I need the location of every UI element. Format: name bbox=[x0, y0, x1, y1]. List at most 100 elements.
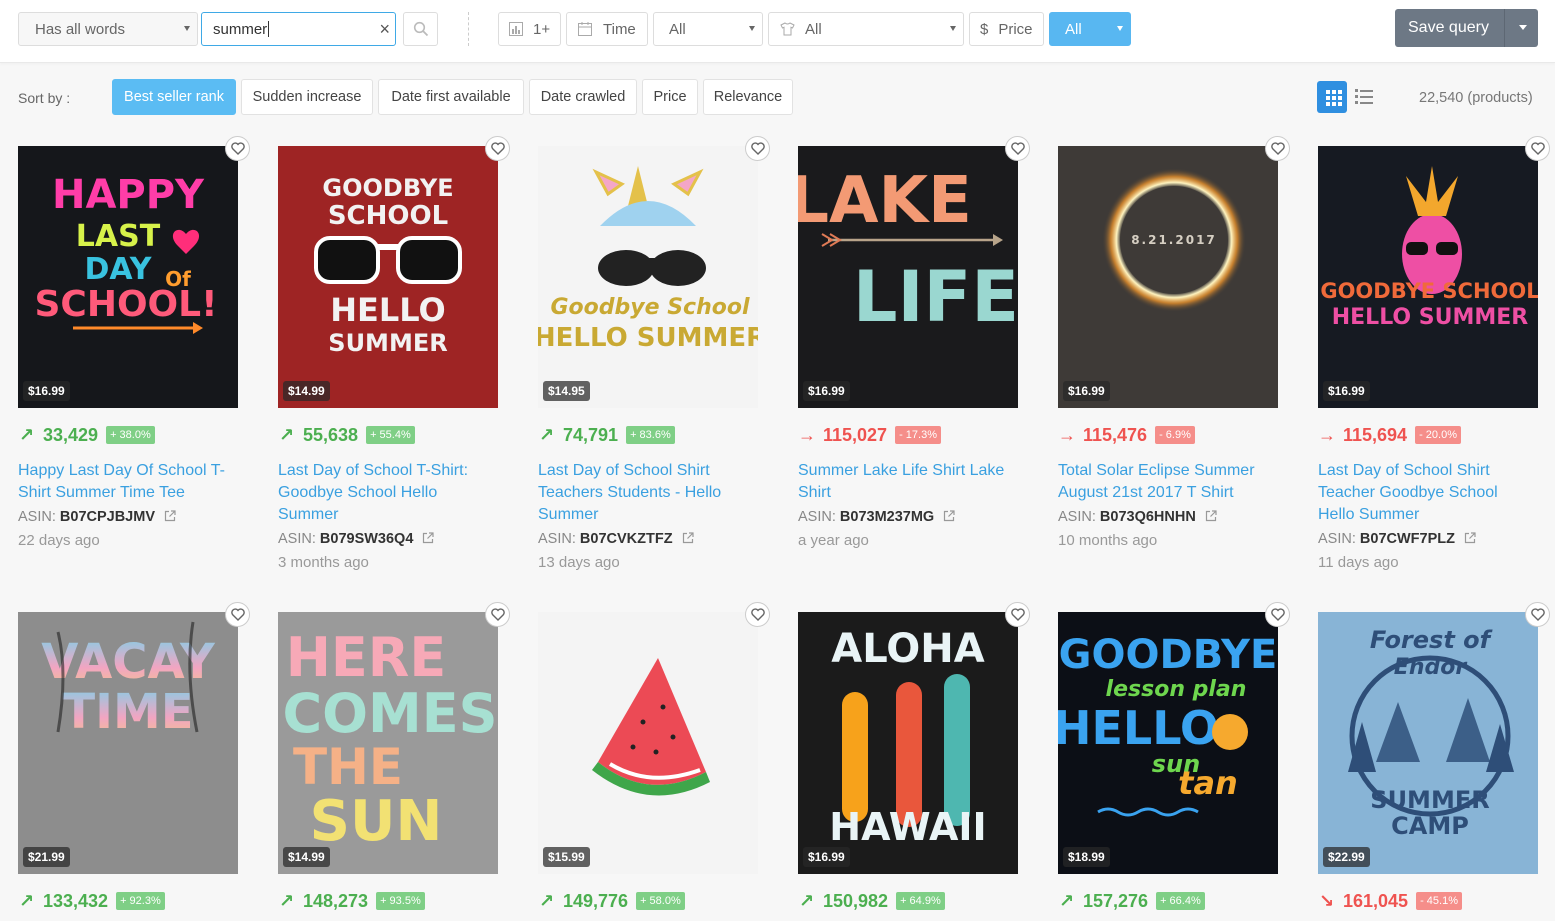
price-tag: $16.99 bbox=[803, 847, 850, 867]
search-input-value: summer bbox=[213, 20, 268, 38]
product-image[interactable]: Goodbye School HELLO SUMMER $14.95 bbox=[538, 146, 758, 408]
rank-row: ↗ 150,982 + 64.9% bbox=[798, 890, 945, 912]
tshirt-icon bbox=[780, 22, 795, 36]
product-image[interactable]: GOODBYE lesson plan HELLO sun tan $18.99 bbox=[1058, 612, 1278, 874]
price-tag: $16.99 bbox=[803, 381, 850, 401]
product-title-link[interactable]: Happy Last Day Of School T-Shirt Summer … bbox=[18, 460, 233, 504]
sort-bar: Sort by : Best seller rank Sudden increa… bbox=[0, 79, 1555, 115]
bsr-rank: 74,791 bbox=[563, 424, 619, 445]
product-art: GOODBYESCHOOL HELLOSUMMER bbox=[278, 146, 498, 408]
crawl-age: 11 days ago bbox=[1318, 554, 1399, 571]
rank-change-badge: + 92.3% bbox=[116, 892, 165, 910]
rank-change-badge: + 55.4% bbox=[366, 426, 415, 444]
chevron-down-icon[interactable] bbox=[1519, 25, 1527, 30]
product-image[interactable]: LAKE LIFE $16.99 bbox=[798, 146, 1018, 408]
dollar-icon: $ bbox=[980, 20, 989, 38]
favorite-heart-icon[interactable] bbox=[225, 136, 250, 161]
sort-relevance[interactable]: Relevance bbox=[703, 79, 793, 115]
grid-view-icon[interactable] bbox=[1317, 81, 1347, 113]
bsr-rank: 33,429 bbox=[43, 424, 99, 445]
crawl-age: 22 days ago bbox=[18, 532, 100, 549]
product-title-link[interactable]: Total Solar Eclipse Summer August 21st 2… bbox=[1058, 460, 1273, 504]
product-title-link[interactable]: Last Day of School Shirt Teacher Goodbye… bbox=[1318, 460, 1533, 526]
favorite-heart-icon[interactable] bbox=[225, 602, 250, 627]
product-art: Forest ofEndor SUMMERCAMP bbox=[1318, 612, 1538, 874]
favorite-heart-icon[interactable] bbox=[485, 602, 510, 627]
product-art: LAKE LIFE bbox=[798, 146, 1018, 408]
product-image[interactable]: GOODBYE SCHOOL HELLO SUMMER $14.99 bbox=[278, 146, 498, 408]
clear-icon[interactable]: × bbox=[379, 19, 390, 39]
external-link-icon[interactable] bbox=[1464, 532, 1476, 544]
product-title-link[interactable]: Last Day of School T-Shirt: Goodbye Scho… bbox=[278, 460, 493, 526]
list-view-icon[interactable] bbox=[1355, 89, 1373, 105]
price-tag: $14.99 bbox=[283, 381, 330, 401]
sort-label: Sort by : bbox=[18, 90, 71, 106]
filter-toolbar: Has all words summer × 1+ Time All All $… bbox=[0, 0, 1555, 63]
product-image[interactable]: $15.99 bbox=[538, 612, 758, 874]
sort-date-first-available[interactable]: Date first available bbox=[378, 79, 524, 115]
svg-text:HELLO SUMMER: HELLO SUMMER bbox=[1332, 305, 1529, 330]
trend-arrow-icon: ↘ bbox=[1318, 890, 1335, 911]
chevron-down-icon bbox=[184, 26, 190, 31]
external-link-icon[interactable] bbox=[422, 532, 435, 544]
rank-row: → 115,476 - 6.9% bbox=[1058, 424, 1195, 446]
product-type-select[interactable]: All bbox=[768, 12, 964, 46]
svg-text:COMES: COMES bbox=[282, 682, 497, 745]
svg-text:Endor: Endor bbox=[1394, 655, 1468, 680]
sort-price[interactable]: Price bbox=[642, 79, 698, 115]
favorite-heart-icon[interactable] bbox=[745, 136, 770, 161]
external-link-icon[interactable] bbox=[1205, 510, 1217, 522]
search-button[interactable] bbox=[403, 12, 438, 46]
product-art: VACAYTIME bbox=[18, 612, 238, 874]
crawl-age: a year ago bbox=[798, 532, 869, 549]
product-image[interactable]: 8.21.2017 $16.99 bbox=[1058, 146, 1278, 408]
svg-text:HELLO: HELLO bbox=[330, 291, 445, 329]
external-link-icon[interactable] bbox=[164, 510, 176, 522]
sort-sudden-increase[interactable]: Sudden increase bbox=[241, 79, 373, 115]
product-art: 8.21.2017 bbox=[1058, 146, 1278, 408]
favorite-heart-icon[interactable] bbox=[1525, 602, 1550, 627]
sort-best-seller-rank[interactable]: Best seller rank bbox=[112, 79, 236, 115]
svg-text:HELLO SUMMER: HELLO SUMMER bbox=[538, 323, 758, 353]
marketplace-select[interactable]: All bbox=[1049, 12, 1131, 46]
favorite-heart-icon[interactable] bbox=[1005, 602, 1030, 627]
calendar-icon bbox=[578, 22, 592, 36]
price-filter-button[interactable]: $ Price bbox=[969, 12, 1044, 46]
category-select[interactable]: All bbox=[653, 12, 763, 46]
marketplace-select-value: All bbox=[1065, 20, 1082, 38]
favorite-heart-icon[interactable] bbox=[1005, 136, 1030, 161]
external-link-icon[interactable] bbox=[943, 510, 955, 522]
product-title-link[interactable]: Summer Lake Life Shirt Lake Shirt bbox=[798, 460, 1013, 504]
favorite-heart-icon[interactable] bbox=[1265, 136, 1290, 161]
svg-text:Forest of: Forest of bbox=[1370, 626, 1493, 654]
price-tag: $15.99 bbox=[543, 847, 590, 867]
product-image[interactable]: GOODBYE SCHOOL HELLO SUMMER $16.99 bbox=[1318, 146, 1538, 408]
rank-change-badge: - 45.1% bbox=[1416, 892, 1462, 910]
product-image[interactable]: HERE COMES THE SUN $14.99 bbox=[278, 612, 498, 874]
svg-text:Goodbye School: Goodbye School bbox=[550, 295, 749, 320]
search-input[interactable]: summer × bbox=[201, 12, 396, 46]
match-mode-select[interactable]: Has all words bbox=[18, 12, 198, 46]
svg-text:HERE: HERE bbox=[286, 626, 447, 689]
product-image[interactable]: ALOHA HAWAII $16.99 bbox=[798, 612, 1018, 874]
toolbar-divider bbox=[468, 12, 469, 46]
product-image[interactable]: HAPPY LAST DAY Of SCHOOL! $16.99 bbox=[18, 146, 238, 408]
svg-text:SCHOOL!: SCHOOL! bbox=[34, 284, 217, 325]
favorite-heart-icon[interactable] bbox=[1265, 602, 1290, 627]
favorite-heart-icon[interactable] bbox=[745, 602, 770, 627]
favorite-heart-icon[interactable] bbox=[1525, 136, 1550, 161]
svg-text:GOODBYE SCHOOL: GOODBYE SCHOOL bbox=[1320, 279, 1538, 303]
product-image[interactable]: VACAY TIME $21.99 bbox=[18, 612, 238, 874]
svg-text:tan: tan bbox=[1178, 764, 1238, 802]
bsr-rank: 150,982 bbox=[823, 890, 889, 911]
favorite-heart-icon[interactable] bbox=[485, 136, 510, 161]
save-query-button[interactable]: Save query bbox=[1395, 9, 1538, 47]
sort-date-crawled[interactable]: Date crawled bbox=[529, 79, 637, 115]
bar-chart-icon bbox=[509, 22, 523, 36]
time-filter-button[interactable]: Time bbox=[566, 12, 648, 46]
product-image[interactable]: Forest of Endor SUMMER CAMP $22.99 bbox=[1318, 612, 1538, 874]
product-title-link[interactable]: Last Day of School Shirt Teachers Studen… bbox=[538, 460, 753, 526]
bsr-filter-button[interactable]: 1+ bbox=[498, 12, 561, 46]
external-link-icon[interactable] bbox=[682, 532, 694, 544]
bsr-rank: 115,476 bbox=[1083, 424, 1148, 445]
